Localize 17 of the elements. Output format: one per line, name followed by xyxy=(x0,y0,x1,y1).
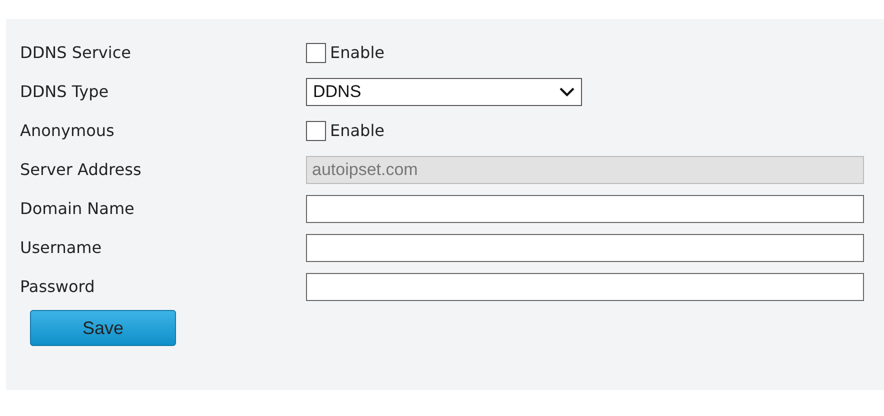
save-button[interactable]: Save xyxy=(30,310,176,346)
checkbox-label[interactable]: Enable xyxy=(330,121,384,140)
field-label: Domain Name xyxy=(20,199,136,218)
text-field[interactable] xyxy=(306,272,864,300)
field-label: DDNS Service xyxy=(20,43,132,62)
field-label: Anonymous xyxy=(20,121,116,140)
text-field[interactable] xyxy=(306,194,864,222)
field-label: Username xyxy=(20,238,103,257)
field-label: Server Address xyxy=(20,160,142,179)
type-dropdown[interactable]: DDNS xyxy=(306,78,582,106)
field-label: Password xyxy=(20,277,96,296)
text-field[interactable] xyxy=(306,234,864,262)
field-label: DDNS Type xyxy=(20,82,110,101)
checkbox[interactable] xyxy=(306,42,326,62)
checkbox-label[interactable]: Enable xyxy=(330,43,384,62)
chevron-down-icon xyxy=(559,86,575,96)
checkbox[interactable] xyxy=(306,120,326,140)
